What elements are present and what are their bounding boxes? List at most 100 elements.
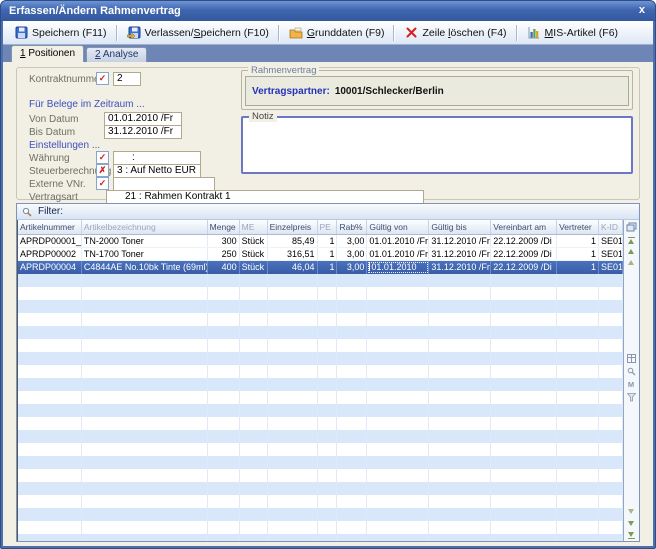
scroll-page-up-icon[interactable] <box>624 246 638 257</box>
table-cell[interactable]: 3,00 <box>337 261 367 274</box>
table-cell[interactable]: 31.12.2010 /Fr <box>429 248 491 260</box>
table-cell[interactable]: APRDP00001_ <box>18 235 82 247</box>
table-empty-row[interactable] <box>18 443 623 456</box>
table-cell[interactable]: 01.01.2010 /Fr <box>367 235 429 247</box>
column-header-menge[interactable]: Menge <box>208 220 240 234</box>
table-cell[interactable]: 46,04 <box>268 261 318 274</box>
table-cell[interactable]: 1 <box>557 235 599 247</box>
table-empty-row[interactable] <box>18 378 623 391</box>
column-chooser-icon[interactable] <box>624 221 638 232</box>
column-header-g-ltig-von[interactable]: Gültig von <box>367 220 429 234</box>
column-header-vertreter[interactable]: Vertreter <box>557 220 599 234</box>
scroll-down-icon[interactable] <box>624 506 638 517</box>
column-header-pe[interactable]: PE <box>318 220 338 234</box>
scroll-page-down-icon[interactable] <box>624 518 638 529</box>
table-row[interactable]: APRDP00004C4844AE No.10bk Tinte (69ml)40… <box>18 261 623 274</box>
matchcode-search-icon[interactable]: M <box>624 379 638 390</box>
von-datum-field[interactable]: 01.01.2010 /Fr <box>104 112 182 126</box>
table-empty-row[interactable] <box>18 508 623 521</box>
grid-icon[interactable] <box>624 353 638 364</box>
save-button[interactable]: Speichern (F11) <box>7 23 114 42</box>
table-cell[interactable]: 1 <box>318 261 338 274</box>
table-empty-row[interactable] <box>18 534 623 541</box>
table-cell[interactable]: 400 <box>208 261 240 274</box>
table-cell[interactable]: 22.12.2009 /Di <box>491 235 557 247</box>
column-header-einzelpreis[interactable]: Einzelpreis <box>268 220 318 234</box>
table-cell[interactable]: 316,51 <box>268 248 318 260</box>
table-cell[interactable]: 300 <box>208 235 240 247</box>
scroll-top-icon[interactable] <box>624 234 638 245</box>
waehrung-field[interactable]: : <box>113 151 201 165</box>
table-empty-row[interactable] <box>18 339 623 352</box>
table-cell[interactable]: SE012 <box>599 261 623 274</box>
table-cell[interactable]: 85,49 <box>268 235 318 247</box>
search-icon[interactable] <box>22 207 32 217</box>
table-row[interactable]: APRDP00001_TN-2000 Toner300Stück85,4913,… <box>18 235 623 248</box>
close-icon[interactable]: x <box>639 1 645 21</box>
table-empty-row[interactable] <box>18 456 623 469</box>
table-cell[interactable]: C4844AE No.10bk Tinte (69ml) <box>82 261 208 274</box>
table-cell[interactable]: 1 <box>318 248 338 260</box>
column-header-me[interactable]: ME <box>240 220 268 234</box>
table-cell[interactable]: Stück <box>240 248 268 260</box>
table-empty-row[interactable] <box>18 300 623 313</box>
table-cell[interactable]: 22.12.2009 /Di <box>491 248 557 260</box>
table-cell[interactable]: 01.01.2010 /Fr <box>367 248 429 260</box>
column-header-g-ltig-bis[interactable]: Gültig bis <box>429 220 491 234</box>
scroll-up-icon[interactable] <box>624 257 638 268</box>
matchcode-icon[interactable]: ✓ <box>96 72 109 85</box>
table-empty-row[interactable] <box>18 469 623 482</box>
scroll-bottom-icon[interactable] <box>624 530 638 541</box>
table-empty-row[interactable] <box>18 482 623 495</box>
table-empty-row[interactable] <box>18 391 623 404</box>
basedata-button[interactable]: Grunddaten (F9) <box>282 23 392 42</box>
column-header-artikelnummer[interactable]: Artikelnummer <box>18 220 82 234</box>
table-empty-row[interactable] <box>18 326 623 339</box>
mis-artikel-button[interactable]: MIS-Artikel (F6) <box>520 23 626 42</box>
delete-row-button[interactable]: Zeile löschen (F4) <box>397 23 513 42</box>
table-empty-row[interactable] <box>18 274 623 287</box>
steuerberechnung-field[interactable]: 3 : Auf Netto EUR <box>113 164 201 178</box>
notiz-textarea[interactable] <box>245 120 629 170</box>
table-empty-row[interactable] <box>18 365 623 378</box>
table-cell[interactable]: 31.12.2010 /Fr <box>429 261 491 274</box>
kontraktnummer-field[interactable]: 2 <box>113 72 141 86</box>
column-header-vereinbart-am[interactable]: Vereinbart am <box>491 220 557 234</box>
table-cell[interactable]: TN-1700 Toner <box>82 248 208 260</box>
table-cell[interactable]: 31.12.2010 /Fr <box>429 235 491 247</box>
vertragsart-field[interactable]: 21 : Rahmen Kontrakt 1 <box>106 190 424 204</box>
table-cell[interactable]: APRDP00002 <box>18 248 82 260</box>
table-empty-row[interactable] <box>18 287 623 300</box>
tab-positionen[interactable]: 1 Positionen <box>11 45 84 62</box>
matchcode-icon[interactable]: ✓ <box>96 151 109 164</box>
bis-datum-field[interactable]: 31.12.2010 /Fr <box>104 125 182 139</box>
table-empty-row[interactable] <box>18 417 623 430</box>
externe-vnr-field[interactable] <box>113 177 215 191</box>
save-exit-button[interactable]: Verlassen/Speichern (F10) <box>120 23 276 42</box>
table-cell[interactable]: TN-2000 Toner <box>82 235 208 247</box>
table-cell[interactable]: SE012 <box>599 235 623 247</box>
table-cell[interactable]: SE012 <box>599 248 623 260</box>
table-row[interactable]: APRDP00002TN-1700 Toner250Stück316,5113,… <box>18 248 623 261</box>
table-empty-row[interactable] <box>18 495 623 508</box>
column-header-artikelbezeichnung[interactable]: Artikelbezeichnung <box>82 220 208 234</box>
table-empty-row[interactable] <box>18 430 623 443</box>
table-empty-row[interactable] <box>18 404 623 417</box>
table-cell[interactable]: 3,00 <box>337 248 367 260</box>
column-header-rab-[interactable]: Rab% <box>337 220 367 234</box>
table-empty-row[interactable] <box>18 313 623 326</box>
table-cell[interactable]: 1 <box>557 261 599 274</box>
clear-icon[interactable]: ✗ <box>96 164 109 177</box>
search-icon[interactable] <box>624 366 638 377</box>
table-empty-row[interactable] <box>18 352 623 365</box>
table-cell[interactable]: 22.12.2009 /Di <box>491 261 557 274</box>
table-cell[interactable]: 1 <box>557 248 599 260</box>
table-cell[interactable]: 1 <box>318 235 338 247</box>
table-cell[interactable]: Stück <box>240 235 268 247</box>
column-header-k-id[interactable]: K-ID <box>599 220 623 234</box>
table-cell[interactable]: 250 <box>208 248 240 260</box>
filter-icon[interactable] <box>624 392 638 403</box>
tab-analyse[interactable]: 2 Analyse <box>86 47 147 62</box>
table-empty-row[interactable] <box>18 521 623 534</box>
table-cell[interactable]: 3,00 <box>337 235 367 247</box>
